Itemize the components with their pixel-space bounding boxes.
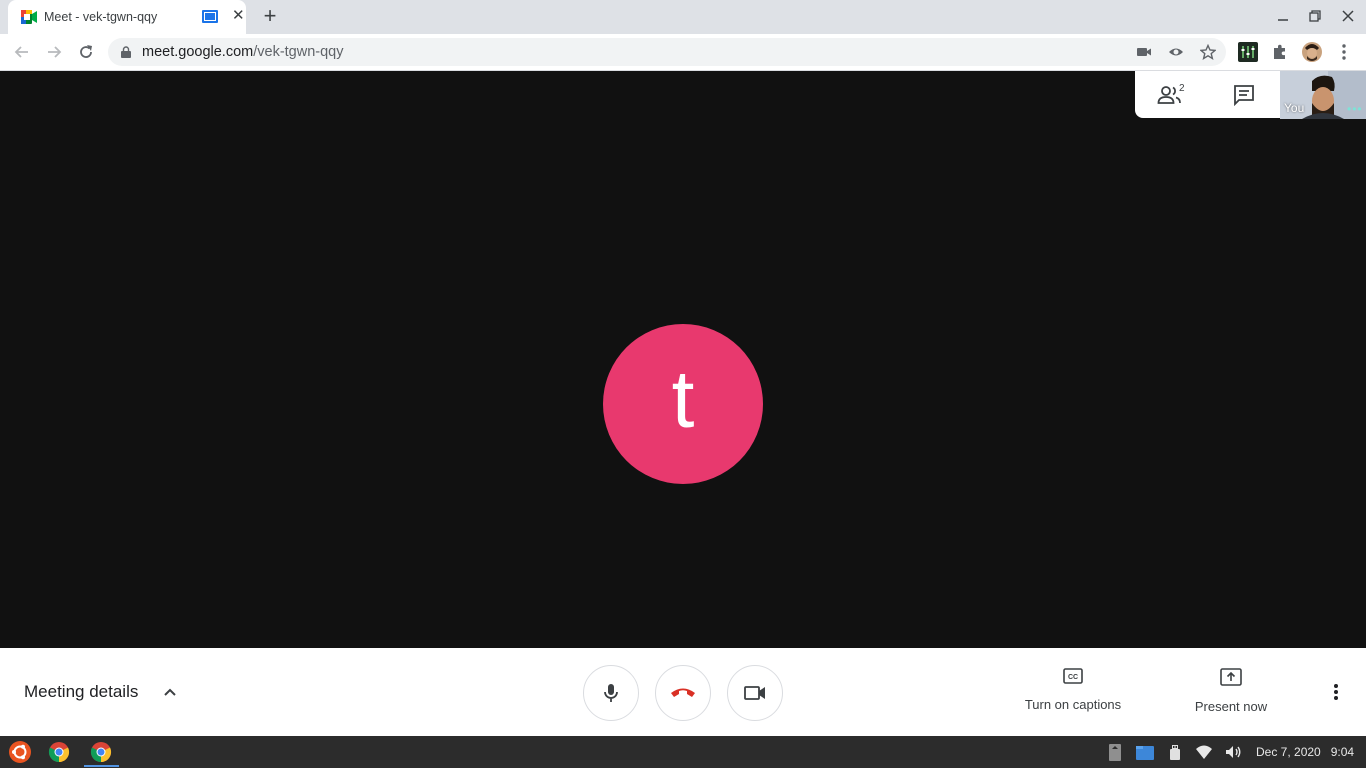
video-camera-icon (744, 686, 765, 700)
back-icon[interactable] (12, 42, 32, 62)
microphone-icon (604, 684, 618, 702)
meeting-details-button[interactable]: Meeting details (24, 682, 138, 702)
extensions-puzzle-icon[interactable] (1270, 42, 1290, 62)
close-window-icon[interactable] (1340, 8, 1356, 24)
self-view-tile[interactable]: You ••• (1280, 71, 1366, 119)
url-host: meet.google.com (142, 44, 254, 60)
captions-label: Turn on captions (1024, 697, 1122, 712)
tab-strip: Meet - vek-tgwn-qqy ✕ + (0, 0, 1366, 34)
self-view-audio-indicator: ••• (1347, 102, 1363, 116)
hang-up-icon (671, 688, 695, 697)
tab-close-button[interactable]: ✕ (232, 8, 245, 24)
minimize-icon[interactable] (1275, 8, 1291, 24)
top-right-panel: 2 (1135, 71, 1280, 118)
chevron-up-icon[interactable] (162, 684, 178, 700)
participant-avatar: t (603, 324, 763, 484)
taskbar-clock[interactable]: Dec 7, 2020 9:04 (1256, 745, 1354, 759)
new-tab-button[interactable]: + (259, 5, 281, 27)
present-label: Present now (1194, 699, 1268, 714)
browser-tab[interactable]: Meet - vek-tgwn-qqy ✕ (8, 0, 246, 34)
chat-button[interactable] (1224, 79, 1264, 111)
tab-title: Meet - vek-tgwn-qqy (44, 10, 158, 24)
browser-toolbar: meet.google.com/vek-tgwn-qqy (0, 34, 1366, 71)
people-button[interactable] (1151, 79, 1191, 111)
volume-icon[interactable] (1224, 743, 1242, 761)
chrome-app-icon[interactable] (48, 741, 70, 763)
present-now-button[interactable]: Present now (1186, 668, 1276, 714)
reload-icon[interactable] (76, 42, 96, 62)
eye-icon[interactable] (1168, 44, 1184, 60)
captions-button[interactable]: CC Turn on captions (1018, 668, 1128, 712)
more-options-icon[interactable] (1326, 682, 1346, 702)
lock-icon[interactable] (121, 46, 131, 58)
microphone-button[interactable] (583, 665, 639, 721)
participants-count-badge: 2 (1179, 83, 1185, 94)
restore-icon[interactable] (1307, 8, 1323, 24)
present-screen-icon (1220, 668, 1242, 686)
chrome-app-active-icon[interactable] (90, 741, 112, 763)
forward-icon[interactable] (44, 42, 64, 62)
wifi-icon[interactable] (1195, 743, 1213, 761)
usb-drive-tray-icon[interactable] (1166, 743, 1184, 761)
ubuntu-menu-icon[interactable] (9, 741, 31, 763)
os-taskbar: Dec 7, 2020 9:04 (0, 736, 1366, 768)
video-stage: t 2 You ••• (0, 71, 1366, 648)
self-view-label: You (1284, 101, 1305, 115)
chat-icon (1234, 85, 1254, 106)
svg-text:CC: CC (1068, 674, 1078, 681)
tab-sharing-indicator-icon[interactable] (202, 10, 218, 23)
active-app-indicator (84, 765, 119, 767)
url-path: /vek-tgwn-qqy (253, 44, 344, 60)
google-meet-favicon-icon (21, 10, 37, 24)
equalizer-extension-icon[interactable] (1238, 42, 1258, 62)
profile-avatar-icon[interactable] (1302, 42, 1322, 62)
camera-button[interactable] (727, 665, 783, 721)
clock-date: Dec 7, 2020 (1256, 745, 1321, 759)
camera-in-use-icon[interactable] (1136, 44, 1152, 60)
meeting-controls-bar: Meeting details CC Turn on captions Pres… (0, 648, 1366, 736)
clipboard-tray-icon[interactable] (1106, 743, 1124, 761)
clock-time: 9:04 (1330, 745, 1355, 759)
leave-call-button[interactable] (655, 665, 711, 721)
browser-menu-icon[interactable] (1334, 42, 1354, 62)
bookmark-star-icon[interactable] (1200, 44, 1216, 60)
address-bar[interactable]: meet.google.com/vek-tgwn-qqy (108, 38, 1226, 66)
url-text[interactable]: meet.google.com/vek-tgwn-qqy (142, 44, 344, 60)
files-tray-icon[interactable] (1136, 743, 1154, 761)
closed-captions-icon: CC (1063, 668, 1083, 684)
